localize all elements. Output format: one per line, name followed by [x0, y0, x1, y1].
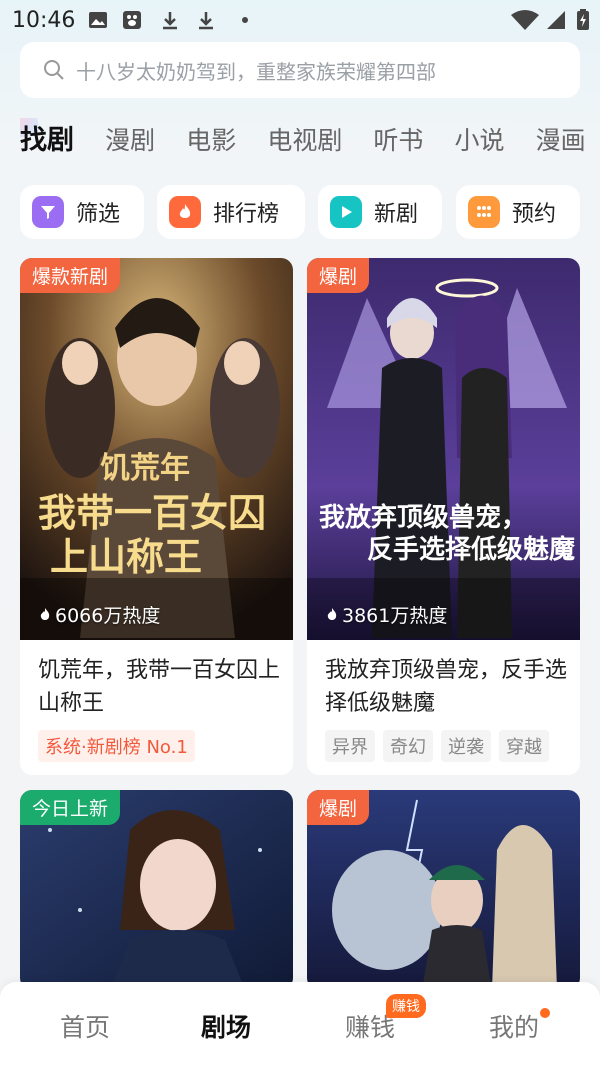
notification-dot: [540, 1008, 550, 1018]
drama-card[interactable]: 饥荒年 我带一百女囚 上山称王 爆款新剧 6066万热度 饥荒年，我带一百女囚上…: [20, 258, 293, 775]
drama-card[interactable]: 我放弃顶级兽宠， 反手选择低级魅魔 爆剧 3861万热度 我放弃顶级兽宠，反手选…: [307, 258, 580, 775]
hot-tag: 爆剧: [307, 790, 370, 825]
poster-title-1: 饥荒年: [100, 451, 190, 486]
category-tabs: 找剧 漫剧 电影 电视剧 听书 小说 漫画: [20, 118, 600, 164]
rank-badge: 系统·新剧榜 No.1: [38, 730, 195, 762]
poster-title-2: 反手选择低级魅魔: [367, 534, 575, 565]
genre-tag: 奇幻: [383, 730, 433, 762]
reservation-button[interactable]: 预约: [456, 185, 580, 239]
new-tag: 今日上新: [20, 790, 121, 825]
fire-icon: [169, 196, 201, 228]
genre-tag: 异界: [325, 730, 375, 762]
search-bar[interactable]: 十八岁太奶奶驾到，重整家族荣耀第四部: [20, 42, 580, 98]
new-drama-button[interactable]: 新剧: [318, 185, 442, 239]
poster-title-3: 上山称王: [50, 534, 202, 579]
heat-count: 6066万热度: [38, 601, 160, 628]
status-bar: 10:46: [0, 0, 600, 40]
poster-title-1: 我放弃顶级兽宠，: [319, 502, 527, 533]
search-icon: [44, 60, 64, 80]
signal-icon: [547, 11, 565, 29]
genre-tags: 异界 奇幻 逆袭 穿越: [325, 730, 557, 762]
drama-card[interactable]: 今日上新: [20, 790, 293, 990]
tab-comic-drama[interactable]: 漫剧: [105, 121, 155, 157]
nav-me[interactable]: 我的: [489, 1008, 539, 1044]
tab-comic[interactable]: 漫画: [536, 121, 586, 157]
flame-icon: [40, 607, 50, 620]
image-icon: [89, 12, 107, 28]
nav-home[interactable]: 首页: [60, 1008, 110, 1044]
ranking-label: 排行榜: [213, 202, 280, 227]
download-icon: [199, 12, 213, 30]
reservation-label: 预约: [512, 202, 557, 227]
filter-button[interactable]: 筛选: [20, 185, 144, 239]
tab-tv-series[interactable]: 电视剧: [267, 121, 342, 157]
drama-poster: 我放弃顶级兽宠， 反手选择低级魅魔: [307, 258, 580, 640]
drama-card[interactable]: 爆剧: [307, 790, 580, 990]
hot-tag: 爆剧: [307, 258, 370, 293]
download-icon: [163, 12, 177, 30]
tab-novel[interactable]: 小说: [455, 121, 505, 157]
card-title: 我放弃顶级兽宠，反手选择低级魅魔: [325, 658, 568, 716]
more-notifications-icon: [242, 17, 248, 23]
nav-theater[interactable]: 剧场: [201, 1008, 251, 1044]
play-icon: [330, 196, 362, 228]
flame-icon: [327, 607, 337, 620]
poster-title-2: 我带一百女囚: [38, 490, 266, 535]
hot-tag: 爆款新剧: [20, 258, 121, 293]
card-title: 饥荒年，我带一百女囚上山称王: [38, 658, 281, 716]
wifi-icon: [511, 10, 539, 30]
drama-poster: 饥荒年 我带一百女囚 上山称王: [20, 258, 293, 640]
filter-label: 筛选: [76, 202, 121, 227]
bottom-nav: 首页 剧场 赚钱 赚钱 我的: [0, 982, 600, 1066]
heat-value: 6066万热度: [55, 605, 161, 627]
filter-icon: [32, 196, 64, 228]
ranking-button[interactable]: 排行榜: [157, 185, 305, 239]
genre-tag: 穿越: [499, 730, 549, 762]
status-time: 10:46: [12, 8, 76, 33]
tab-movie[interactable]: 电影: [186, 121, 236, 157]
grid-dots-icon: [468, 196, 500, 228]
search-placeholder: 十八岁太奶奶驾到，重整家族荣耀第四部: [76, 59, 436, 84]
tab-find-drama[interactable]: 找剧: [20, 118, 74, 157]
new-drama-label: 新剧: [374, 202, 419, 227]
baidu-icon: [123, 11, 141, 29]
battery-icon: [577, 9, 589, 30]
tab-audiobook[interactable]: 听书: [373, 121, 423, 157]
heat-value: 3861万热度: [342, 605, 448, 627]
heat-count: 3861万热度: [325, 601, 447, 628]
genre-tag: 逆袭: [441, 730, 491, 762]
earn-badge: 赚钱: [386, 994, 426, 1018]
